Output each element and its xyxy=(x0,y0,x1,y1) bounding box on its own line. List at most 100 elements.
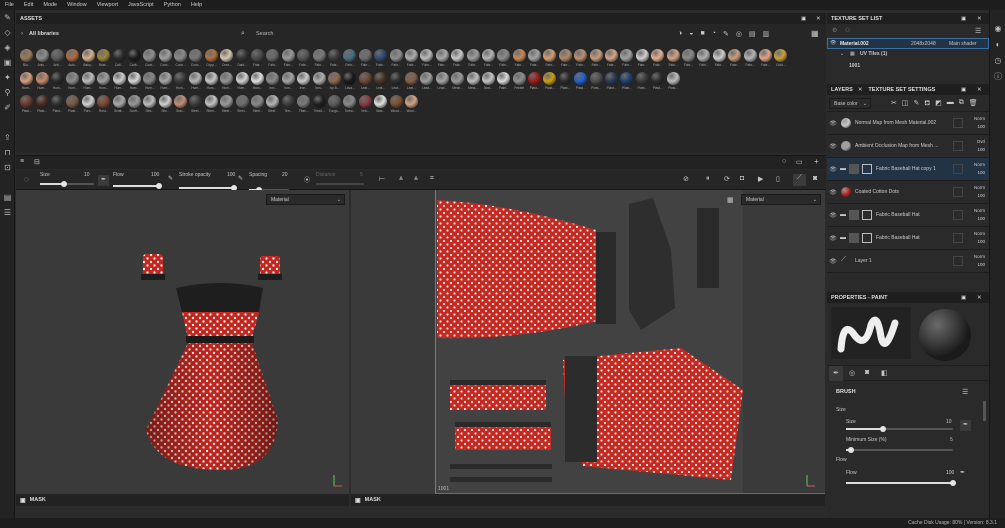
asset-item[interactable]: Fabr... xyxy=(404,49,419,72)
asset-item[interactable]: Terr... xyxy=(281,95,296,118)
brush-shape-icon[interactable]: ◌ xyxy=(24,175,29,184)
asset-item[interactable]: Plast... xyxy=(635,72,650,95)
material-tab-icon[interactable]: ◙ xyxy=(865,369,869,376)
asset-item[interactable]: Hum... xyxy=(111,72,126,95)
asset-item[interactable]: Wool... xyxy=(404,95,419,118)
asset-item[interactable]: Fabr... xyxy=(342,49,357,72)
info-icon[interactable]: ⓘ xyxy=(990,68,1005,84)
grid-view-icon[interactable]: ▦ xyxy=(811,29,819,38)
asset-item[interactable]: Lead... xyxy=(419,72,434,95)
filter-environments-icon[interactable]: ▤ xyxy=(749,30,756,38)
menu-help[interactable]: Help xyxy=(186,2,207,8)
asset-item[interactable]: Hum... xyxy=(219,72,234,95)
asset-item[interactable]: Plast... xyxy=(50,95,65,118)
asset-item[interactable]: Copp... xyxy=(204,49,219,72)
menu-python[interactable]: Python xyxy=(159,2,186,8)
filter-textures-icon[interactable]: ■ xyxy=(700,30,704,38)
asset-item[interactable]: Conc... xyxy=(188,49,203,72)
asset-item[interactable]: Fabr... xyxy=(527,49,542,72)
asset-item[interactable]: Lava... xyxy=(342,72,357,95)
asset-item[interactable]: Silv... xyxy=(158,95,173,118)
asset-item[interactable]: Steel... xyxy=(204,95,219,118)
folder-icon[interactable]: ▬ xyxy=(840,235,846,241)
blend-mode[interactable]: Norm xyxy=(974,230,985,238)
layer-row[interactable]: 👁 Coated Cotton Dots Norm 100 xyxy=(827,181,989,204)
asset-item[interactable]: Carb... xyxy=(127,49,142,72)
asset-item[interactable]: Steel... xyxy=(188,95,203,118)
asset-item[interactable]: Fabr... xyxy=(558,49,573,72)
texture-set-row[interactable]: 👁 Material.002 2048x2048 Main shader xyxy=(827,38,989,49)
eye-icon[interactable]: 👁 xyxy=(827,143,839,150)
blend-mode[interactable]: Norm xyxy=(974,161,985,169)
asset-item[interactable]: Hum... xyxy=(204,72,219,95)
tab-texture-set-settings[interactable]: TEXTURE SET SETTINGS xyxy=(868,87,935,93)
layer-row[interactable]: 👁 Ambient Occlusion Map from Mesh ... Ovrl… xyxy=(827,135,989,158)
asset-item[interactable]: Fabr... xyxy=(296,49,311,72)
stencil-tab-icon[interactable]: ◧ xyxy=(881,369,888,377)
eye-icon[interactable]: 👁 xyxy=(827,120,839,127)
layer-blend[interactable]: Norm 100 xyxy=(974,207,985,223)
asset-item[interactable]: Steel... xyxy=(234,95,249,118)
layer-mask-slot[interactable] xyxy=(953,233,963,243)
camera-icon[interactable]: ⟳ xyxy=(724,175,730,183)
size-slider-knob[interactable] xyxy=(61,180,68,187)
layer-mask-slot[interactable] xyxy=(953,118,963,128)
display-settings-icon[interactable]: ◐ xyxy=(990,36,1005,52)
folder-icon[interactable]: ▬ xyxy=(840,212,846,218)
layer-row[interactable]: 👁 ▬ Fabric Baseball Hat Norm 100 xyxy=(827,204,989,227)
layer-mask-slot[interactable] xyxy=(953,187,963,197)
panel-float-icon[interactable]: ▣ xyxy=(801,16,806,22)
eraser-icon[interactable]: ◇ xyxy=(0,25,15,40)
asset-item[interactable]: Iron... xyxy=(281,72,296,95)
asset-item[interactable]: Fabr... xyxy=(311,49,326,72)
min-size-slider[interactable] xyxy=(846,446,953,453)
close-icon[interactable]: ✕ xyxy=(858,87,863,93)
asset-item[interactable]: Tread... xyxy=(311,95,326,118)
asset-item[interactable]: Fabr... xyxy=(604,49,619,72)
layer-opacity[interactable]: 100 xyxy=(977,146,985,154)
eye-icon[interactable]: 👁 xyxy=(830,40,836,46)
pen-pressure-icon[interactable]: ✒ xyxy=(98,175,109,186)
asset-item[interactable]: Hum... xyxy=(34,72,49,95)
layer-blend[interactable]: Norm 100 xyxy=(974,115,985,131)
asset-item[interactable]: Fabr... xyxy=(373,49,388,72)
library-icon[interactable]: ☰ xyxy=(0,205,15,220)
layer-opacity[interactable]: 100 xyxy=(974,192,985,200)
paint-brush-icon[interactable]: ✎ xyxy=(0,10,15,25)
mask-thumbnail[interactable] xyxy=(862,233,872,243)
asset-item[interactable]: Fabr... xyxy=(727,49,742,72)
asset-item[interactable]: Steel... xyxy=(250,95,265,118)
asset-item[interactable]: Plast... xyxy=(542,72,557,95)
cube-icon[interactable]: ◘ xyxy=(740,175,744,182)
close-icon[interactable]: ✕ xyxy=(816,16,821,22)
asset-item[interactable]: Fabr... xyxy=(388,49,403,72)
asset-item[interactable]: Porc... xyxy=(81,95,96,118)
bake-icon[interactable]: ⇪ xyxy=(0,130,15,145)
properties-scrollbar[interactable] xyxy=(983,401,986,421)
stroke-pen-icon[interactable]: ✎ xyxy=(238,175,243,182)
eye-icon[interactable]: 👁 xyxy=(827,189,839,196)
asset-item[interactable]: Iron... xyxy=(265,72,280,95)
blend-mode[interactable]: Norm xyxy=(974,115,985,123)
settings-icon[interactable]: ⚙ xyxy=(832,27,837,34)
asset-item[interactable]: Calf... xyxy=(111,49,126,72)
eye-icon[interactable]: 👁 xyxy=(827,166,839,173)
layer-row[interactable]: 👁 ▬ Fabric Baseball Hat Norm 100 xyxy=(827,227,989,250)
stack-icon[interactable]: ≡ xyxy=(20,158,24,165)
asset-item[interactable]: Hum... xyxy=(188,72,203,95)
add-mask-generator-icon[interactable]: ◩ xyxy=(935,99,942,108)
asset-item[interactable]: Fabr... xyxy=(327,49,342,72)
asset-item[interactable]: Mech... xyxy=(450,72,465,95)
add-mask-icon[interactable]: ◫ xyxy=(902,99,909,108)
asset-item[interactable]: Fabr... xyxy=(465,49,480,72)
layer-blend[interactable]: Norm 100 xyxy=(974,161,985,177)
layer-blend[interactable]: Ovrl 100 xyxy=(977,138,985,154)
layer-mask-slot[interactable] xyxy=(953,256,963,266)
asset-item[interactable]: Auto... xyxy=(65,49,80,72)
asset-item[interactable]: Fabr... xyxy=(450,49,465,72)
link-icon[interactable]: ⚇ xyxy=(845,27,850,34)
asset-item[interactable]: Plast... xyxy=(34,95,49,118)
layer-opacity[interactable]: 100 xyxy=(974,238,985,246)
asset-item[interactable]: Skin... xyxy=(173,95,188,118)
asset-item[interactable]: Fabr... xyxy=(635,49,650,72)
